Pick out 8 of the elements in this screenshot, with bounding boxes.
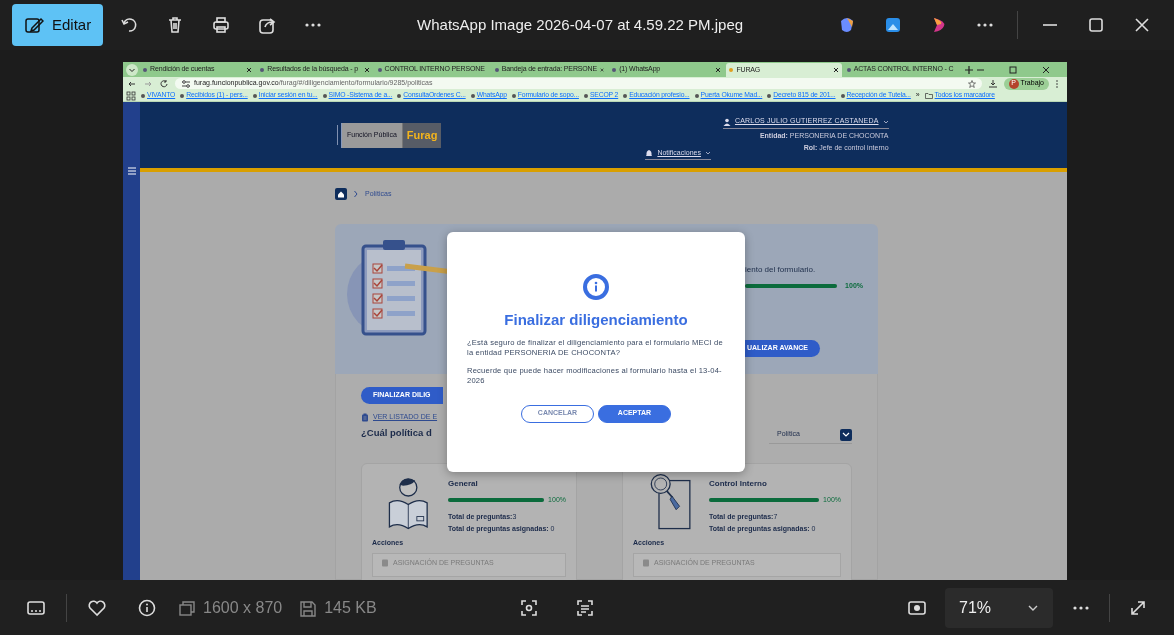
card-title: Control Interno <box>709 477 768 490</box>
progress-text: iento del formulario. <box>745 264 817 276</box>
file-name: WhatsApp Image 2026-04-07 at 4.59.22 PM.jpeg <box>416 14 745 35</box>
dialog-title: Finalizar diligenciamiento <box>503 310 689 330</box>
image-dimensions: 1600 x 870 <box>203 597 283 618</box>
card-title: General <box>448 477 479 490</box>
question-text: ¿Cuál política d <box>361 425 432 440</box>
file-size: 145 KB <box>324 597 377 618</box>
